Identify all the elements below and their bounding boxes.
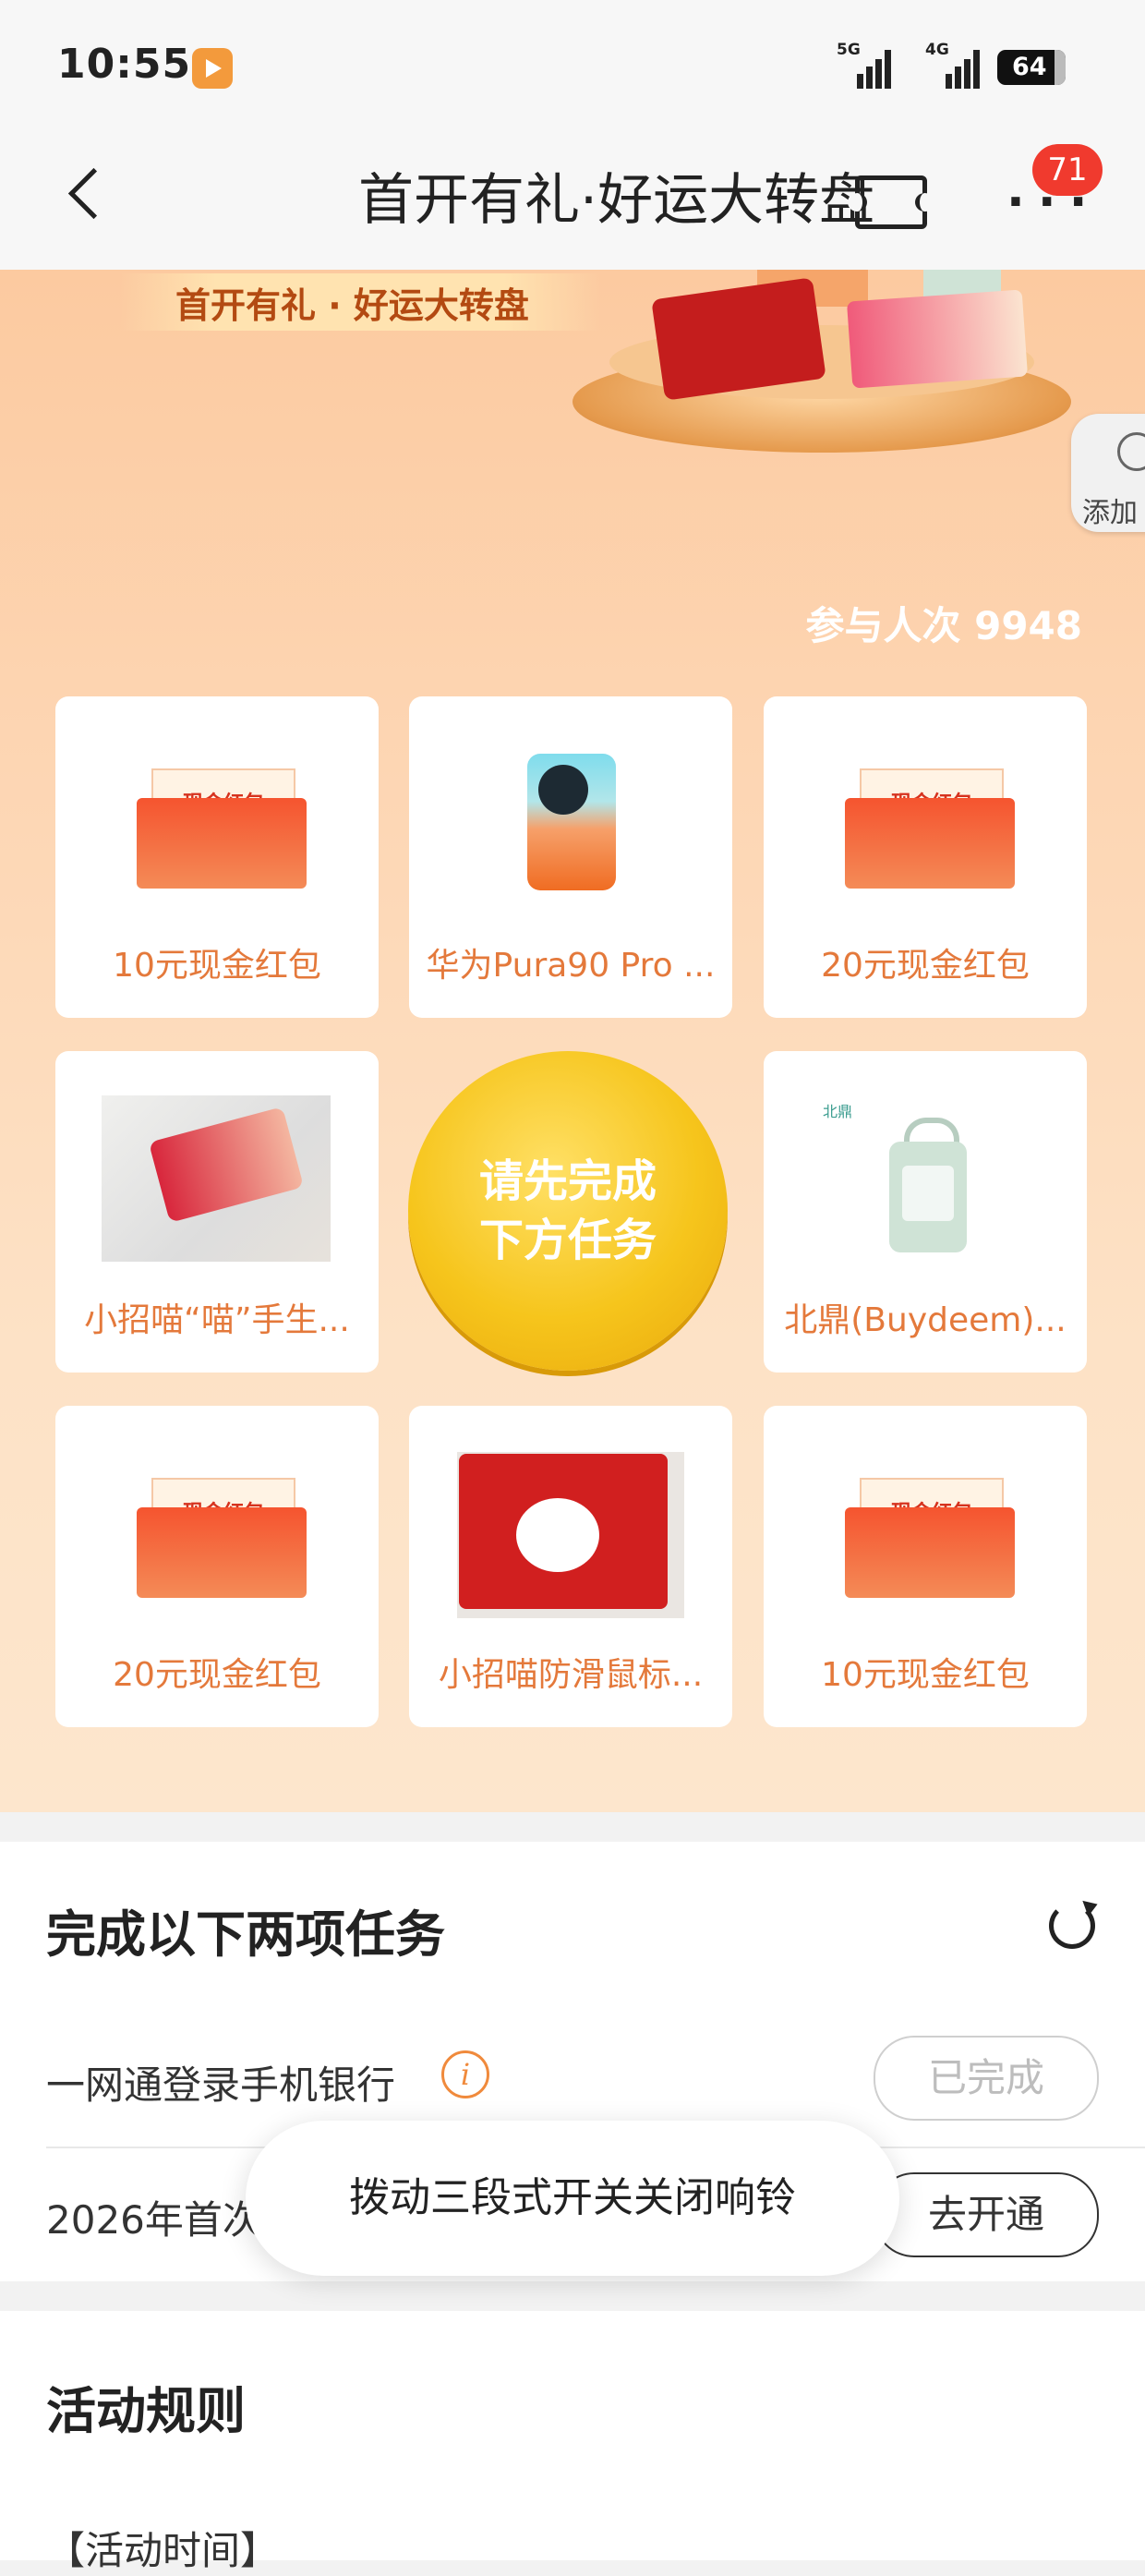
spin-button[interactable]: 请先完成下方任务	[408, 1051, 728, 1371]
signal-5g-icon: 5G	[837, 41, 894, 89]
brand-logo: 北鼎	[823, 1103, 853, 1120]
info-icon[interactable]: i	[441, 2050, 489, 2098]
prize-label: 10元现金红包	[821, 1656, 1030, 1694]
signal-4g-icon: 4G	[925, 41, 982, 89]
prize-cell[interactable]: 小招喵“喵”手生...	[55, 1051, 379, 1373]
status-time: 10:55	[57, 41, 192, 88]
notification-badge: 71	[1032, 144, 1103, 196]
video-app-icon	[192, 48, 233, 89]
task-completed-button[interactable]: 已完成	[874, 2036, 1099, 2121]
red-packet-image: 现金红包	[137, 768, 307, 889]
prize-cell[interactable]: 现金红包 20元现金红包	[764, 696, 1087, 1018]
prize-label: 20元现金红包	[821, 947, 1030, 985]
nav-title-mask	[0, 137, 358, 270]
add-shortcut-label: 添加	[1082, 497, 1138, 529]
battery-icon: 64	[997, 50, 1066, 85]
tasks-heading: 完成以下两项任务	[46, 1905, 445, 1964]
refresh-icon[interactable]	[1049, 1903, 1095, 1949]
more-icon[interactable]: · · ·	[1006, 178, 1087, 226]
prize-label: 小招喵“喵”手生...	[84, 1301, 350, 1339]
banner-title: 首开有礼 · 好运大转盘	[175, 285, 529, 326]
prize-cell[interactable]: 北鼎 北鼎(Buydeem)...	[764, 1051, 1087, 1373]
prize-cell[interactable]: 华为Pura90 Pro ...	[409, 696, 732, 1018]
lamp-image	[884, 1118, 972, 1256]
rules-section-title: 【活动时间】	[46, 2528, 280, 2573]
prize-label: 20元现金红包	[113, 1656, 321, 1694]
ticket-icon[interactable]	[848, 175, 934, 229]
prize-label: 10元现金红包	[113, 947, 321, 985]
red-packet-image: 现金红包	[845, 1478, 1015, 1598]
prize-label: 小招喵防滑鼠标...	[438, 1656, 704, 1694]
prize-cell[interactable]: 现金红包 10元现金红包	[55, 696, 379, 1018]
task-label: 2026年首次	[46, 2197, 261, 2243]
participant-count: 参与人次 9948	[805, 603, 1082, 648]
toast-message: 拨动三段式开关关闭响铃	[246, 2121, 899, 2276]
prize-cell[interactable]: 现金红包 20元现金红包	[55, 1406, 379, 1727]
prize-cell[interactable]: 现金红包 10元现金红包	[764, 1406, 1087, 1727]
task-label: 一网通登录手机银行	[46, 2062, 396, 2108]
page-title: 首开有礼·好运大转盘	[358, 168, 875, 233]
red-packet-image: 现金红包	[845, 768, 1015, 889]
red-packet-image: 现金红包	[137, 1478, 307, 1598]
phone-image	[527, 754, 616, 890]
mouse-mat-image	[457, 1452, 684, 1618]
red-packet-card-image	[846, 289, 1029, 389]
task-open-button[interactable]: 去开通	[874, 2172, 1099, 2257]
prize-cell[interactable]: 小招喵防滑鼠标...	[409, 1406, 732, 1727]
prize-label: 北鼎(Buydeem)...	[784, 1301, 1067, 1339]
rules-heading: 活动规则	[46, 2382, 246, 2440]
spin-button-label: 请先完成下方任务	[478, 1155, 657, 1266]
pouch-image	[102, 1095, 331, 1262]
prize-label: 华为Pura90 Pro ...	[426, 947, 716, 985]
